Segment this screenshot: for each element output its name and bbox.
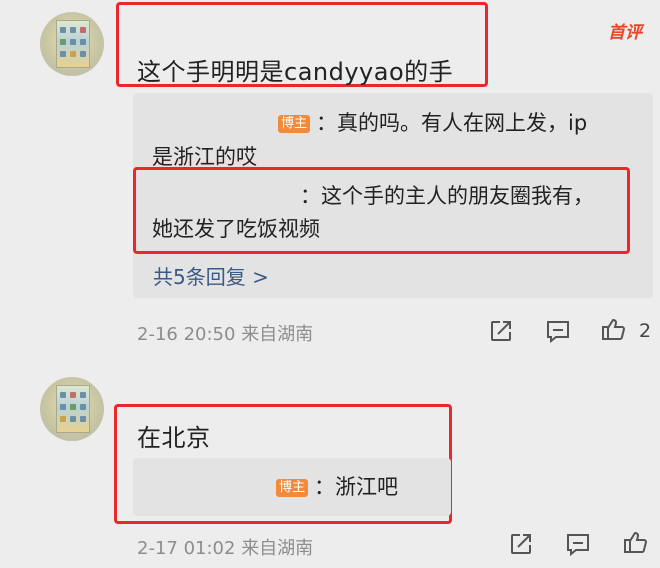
reply-text: ：这个手的主人的朋友圈我有， [300, 184, 594, 208]
avatar[interactable] [40, 12, 104, 76]
share-button[interactable] [488, 318, 514, 348]
share-icon [511, 534, 531, 554]
share-button[interactable] [508, 531, 534, 561]
reply-text: ：浙江吧 [314, 475, 399, 499]
timestamp: 2-16 20:50 [137, 324, 236, 345]
location: 来自湖南 [241, 324, 314, 345]
watermark-logo: 首评 [608, 23, 642, 43]
comment-icon [547, 321, 569, 344]
like-count: 2 [639, 320, 652, 342]
comment-text: 在北京 [137, 424, 211, 452]
comment-text: 这个手明明是candyyao的手 [137, 58, 454, 86]
author-badge: 博主 [276, 479, 309, 497]
comment-meta: 2-17 01:02 来自湖南 [137, 534, 313, 560]
comment-icon [567, 534, 589, 557]
thumbs-up-icon [624, 531, 648, 553]
location: 来自湖南 [241, 538, 314, 559]
reply-line: 博主 ：真的吗。有人在网上发，ip [278, 106, 587, 140]
author-badge: 博主 [278, 115, 311, 133]
share-icon [491, 321, 511, 341]
avatar[interactable] [40, 377, 104, 441]
thumbs-up-icon [602, 318, 626, 340]
comment-button[interactable] [545, 318, 571, 348]
reply-text: 她还发了吃饭视频 [152, 217, 320, 241]
like-button[interactable] [622, 529, 648, 559]
comment-meta: 2-16 20:50 来自湖南 [137, 320, 313, 346]
reply-line: 博主 ：浙江吧 [276, 470, 398, 504]
more-replies-link[interactable]: 共5条回复 > [153, 261, 269, 290]
like-button[interactable] [600, 316, 626, 346]
reply-text: ：真的吗。有人在网上发，ip [316, 111, 588, 135]
timestamp: 2-17 01:02 [137, 538, 236, 559]
comment-button[interactable] [565, 531, 591, 561]
